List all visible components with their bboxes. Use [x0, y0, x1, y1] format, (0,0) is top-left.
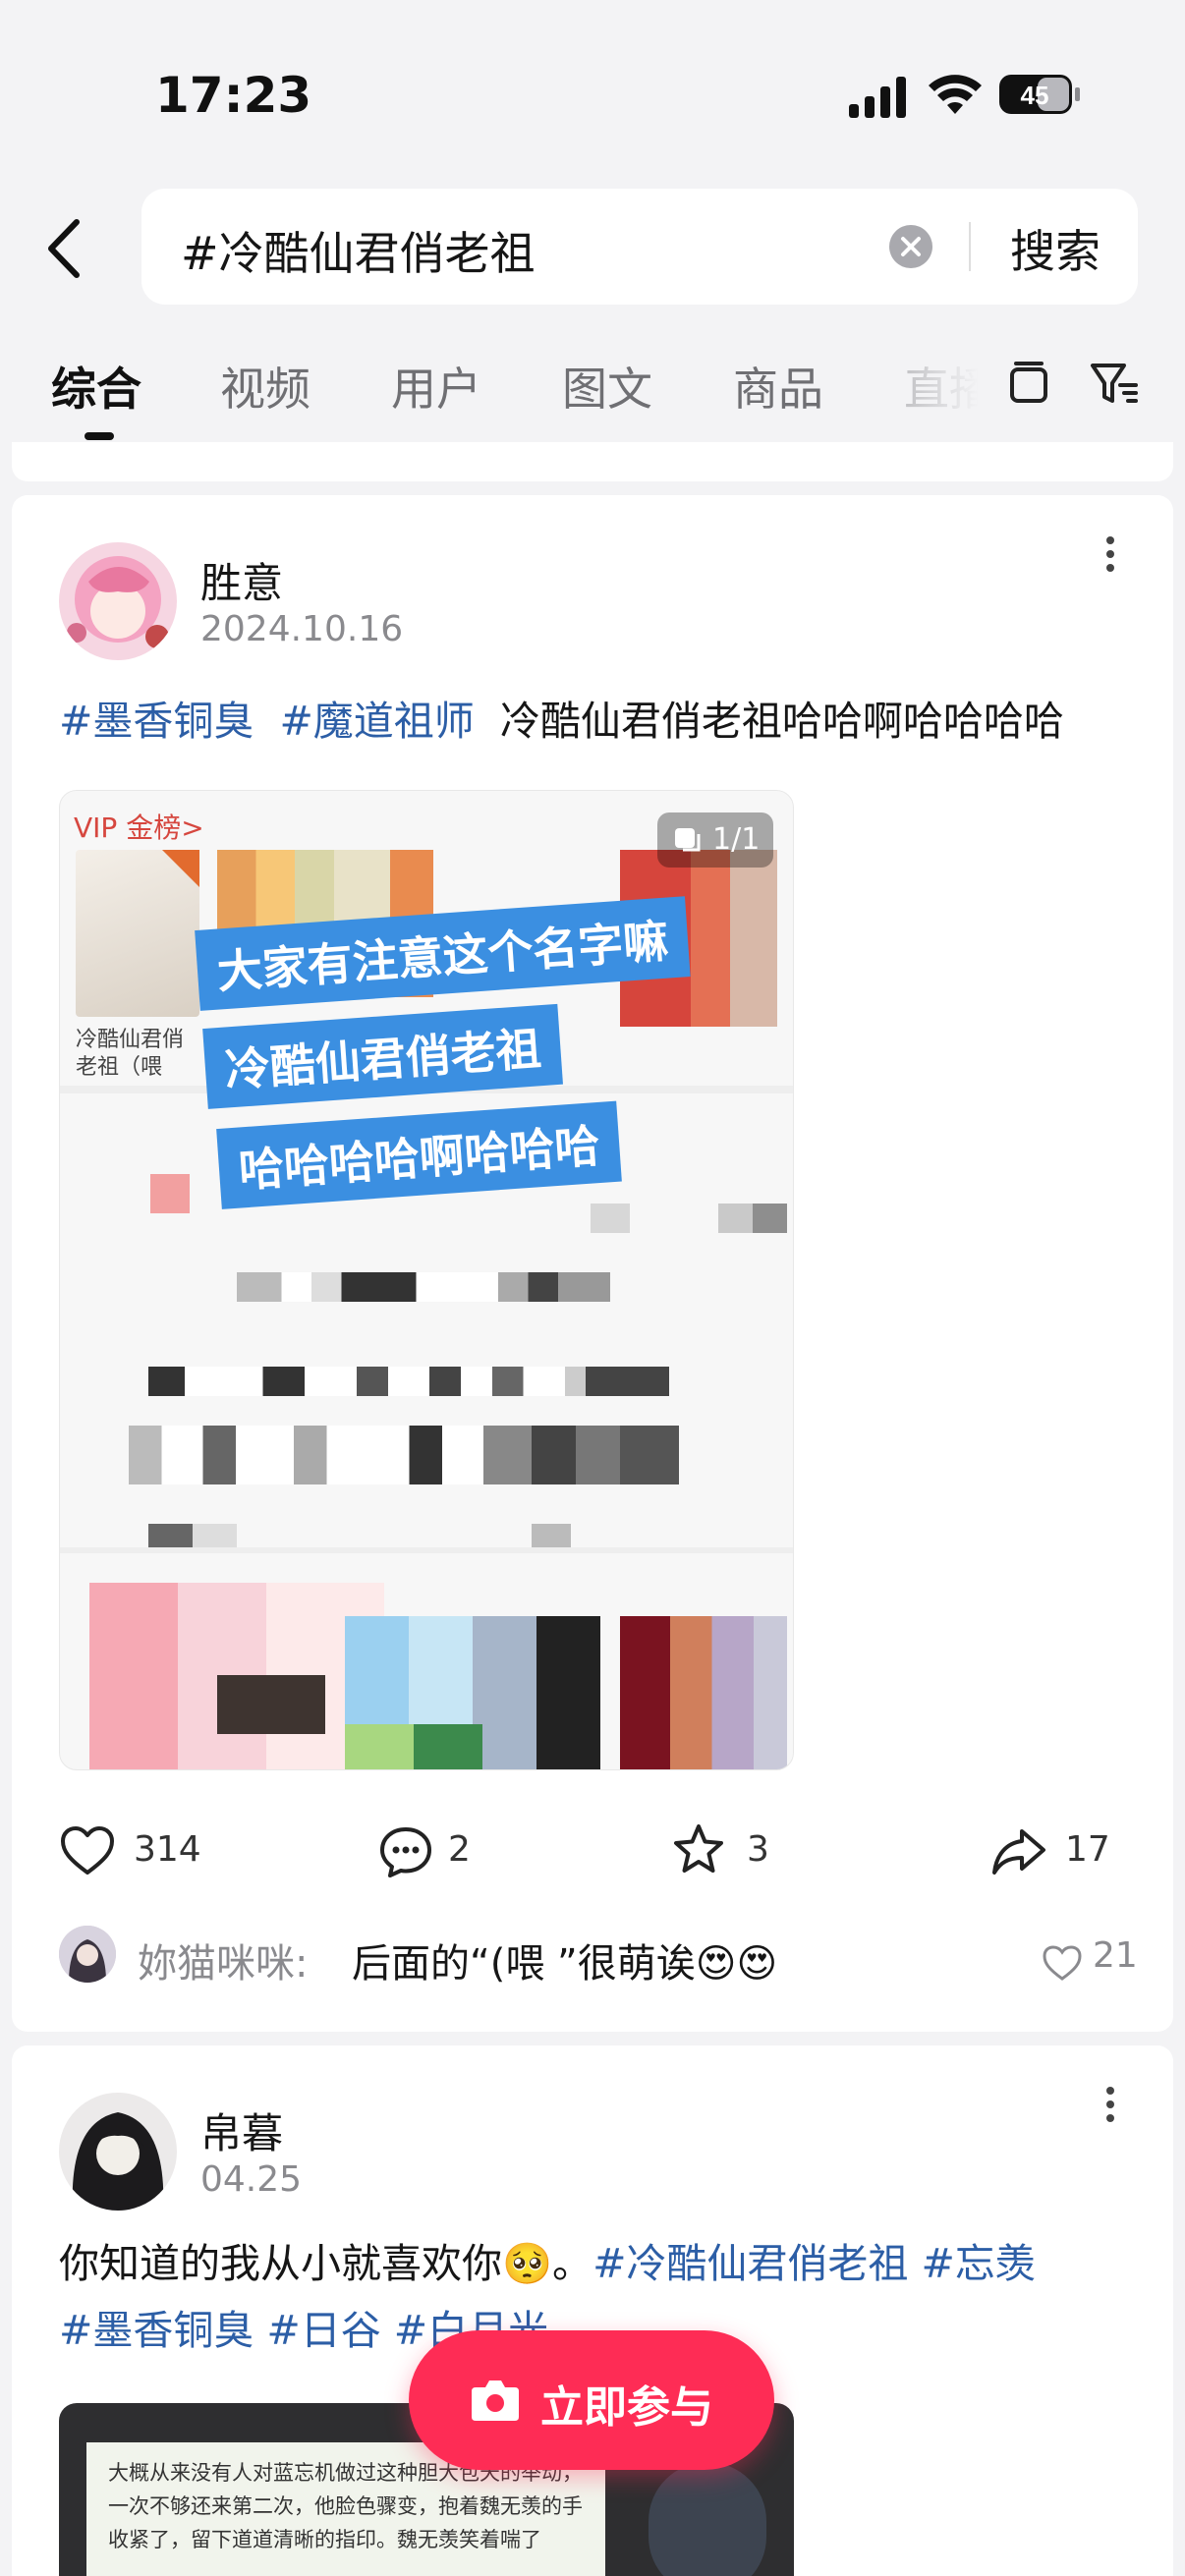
camera-icon: [472, 2380, 519, 2421]
image-counter: 1/1: [657, 812, 773, 868]
post-card[interactable]: 胜意 2024.10.16 #墨香铜臭 #魔道祖师 冷酷仙君俏老祖哈哈啊哈哈哈哈…: [12, 495, 1173, 2032]
mosaic-area: [148, 1367, 669, 1396]
tab-videos[interactable]: 视频: [220, 354, 310, 419]
hashtag[interactable]: #魔道祖师: [279, 698, 474, 745]
previous-card-edge: [12, 442, 1173, 481]
post-text: #墨香铜臭 #魔道祖师 冷酷仙君俏老祖哈哈啊哈哈哈哈: [59, 688, 1064, 755]
author-avatar[interactable]: [59, 2093, 177, 2211]
mosaic-area: [718, 1204, 787, 1233]
tab-bar: 综合 视频 用户 图文 商品 直播: [0, 344, 1185, 442]
tab-users[interactable]: 用户: [391, 354, 481, 419]
more-options-icon[interactable]: [1100, 2075, 1120, 2134]
tab-products[interactable]: 商品: [733, 354, 823, 419]
like-heart-icon[interactable]: [59, 1823, 116, 1880]
share-count[interactable]: 17: [1065, 1829, 1110, 1870]
post-date: 2024.10.16: [200, 609, 404, 649]
comment-like-count[interactable]: 21: [1093, 1935, 1138, 1976]
post-body: 冷酷仙君俏老祖哈哈啊哈哈哈哈: [499, 698, 1064, 745]
mosaic-area: [217, 1675, 325, 1734]
author-avatar[interactable]: [59, 542, 177, 660]
mosaic-area: [345, 1724, 482, 1769]
gallery-icon: [675, 828, 701, 852]
more-options-icon[interactable]: [1100, 525, 1120, 584]
like-count[interactable]: 314: [134, 1829, 201, 1870]
status-time: 17:23: [155, 67, 312, 124]
cellular-signal-icon: [849, 77, 906, 118]
image-counter-text: 1/1: [712, 822, 761, 857]
post-image[interactable]: VIP 金榜> 冷酷仙君俏老祖（喂 大家有注意这个名字嘛 冷酷仙君俏老祖 哈哈哈…: [59, 790, 794, 1770]
tab-image-text[interactable]: 图文: [562, 354, 652, 419]
hashtags[interactable]: #冷酷仙君俏老祖 #忘羡: [592, 2240, 1036, 2287]
post-card[interactable]: 帛暮 04.25 你知道的我从小就喜欢你🥺。#冷酷仙君俏老祖 #忘羡 #墨香铜臭…: [12, 2045, 1173, 2576]
layout-toggle-icon[interactable]: [1000, 354, 1059, 413]
mosaic-area: [129, 1426, 541, 1484]
search-divider: [969, 222, 971, 271]
comment-text: 后面的“(喂 ”很萌诶😍😍: [352, 1941, 778, 1987]
status-bar: 17:23 45: [0, 0, 1185, 177]
post-body: 你知道的我从小就喜欢你🥺。: [59, 2240, 593, 2287]
search-button[interactable]: 搜索: [1010, 216, 1100, 281]
author-name[interactable]: 帛暮: [200, 2100, 283, 2160]
clear-icon[interactable]: [888, 224, 933, 269]
favorite-star-icon[interactable]: [670, 1821, 727, 1878]
tab-active-indicator: [85, 432, 114, 440]
commenter-name[interactable]: 妳猫咪咪:: [138, 1932, 308, 1988]
mosaic-area: [532, 1426, 679, 1484]
share-icon[interactable]: [990, 1823, 1047, 1880]
commenter-avatar[interactable]: [59, 1926, 116, 1983]
search-input[interactable]: #冷酷仙君俏老祖 搜索: [141, 189, 1138, 305]
image-caption: 哈哈哈哈啊哈哈哈: [216, 1100, 622, 1209]
mosaic-area: [150, 1174, 190, 1213]
tab-fade: [884, 344, 1002, 442]
top-comment[interactable]: 妳猫咪咪: 后面的“(喂 ”很萌诶😍😍 21: [59, 1922, 1138, 1992]
mosaic-area: [591, 1204, 630, 1233]
tab-comprehensive[interactable]: 综合: [51, 354, 141, 419]
battery-icon: 45: [999, 75, 1080, 114]
mosaic-area: [60, 1547, 793, 1553]
vip-label: VIP 金榜>: [74, 812, 204, 844]
comment-icon[interactable]: [377, 1823, 434, 1880]
back-arrow-icon[interactable]: [37, 214, 92, 283]
hashtag[interactable]: #墨香铜臭: [59, 698, 254, 745]
mosaic-area: [620, 1616, 787, 1769]
wifi-icon: [929, 75, 982, 114]
post-date: 04.25: [200, 2159, 303, 2200]
author-name[interactable]: 胜意: [200, 550, 283, 610]
search-query[interactable]: #冷酷仙君俏老祖: [181, 218, 536, 283]
comment-count[interactable]: 2: [448, 1829, 471, 1870]
post-text-line: 你知道的我从小就喜欢你🥺。#冷酷仙君俏老祖 #忘羡: [59, 2230, 1036, 2297]
favorite-count[interactable]: 3: [747, 1829, 769, 1870]
book-title: 冷酷仙君俏老祖（喂: [76, 1028, 185, 1080]
join-now-label: 立即参与: [540, 2382, 713, 2433]
comment-like-icon[interactable]: [1042, 1943, 1083, 1983]
join-now-button[interactable]: 立即参与: [409, 2330, 774, 2470]
filter-icon[interactable]: [1085, 354, 1144, 413]
battery-level: 45: [1021, 81, 1049, 110]
mosaic-area: [237, 1272, 610, 1302]
book-cover: [76, 850, 199, 1017]
image-shape: [649, 2462, 766, 2576]
